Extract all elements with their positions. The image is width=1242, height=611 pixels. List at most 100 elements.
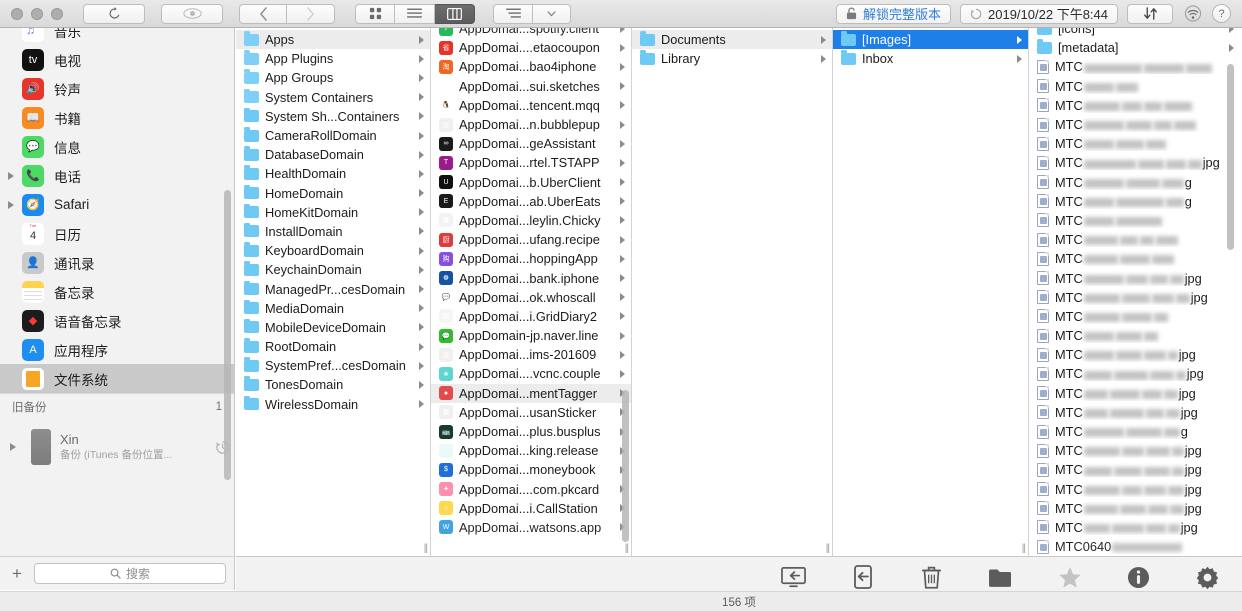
list-item[interactable]: MTC [1029,96,1240,115]
list-item[interactable]: System Containers [236,88,430,107]
column-resize-handle[interactable]: || [625,543,629,554]
list-item[interactable]: MTC g [1029,173,1240,192]
list-item[interactable]: MTC [1029,211,1240,230]
list-item[interactable]: HomeKitDomain [236,203,430,222]
chevron-right-icon[interactable] [620,350,625,359]
list-item[interactable]: MTC jpg [1029,345,1240,364]
list-item[interactable]: 💬 AppDomain-jp.naver.line [431,326,631,345]
backup-timestamp-button[interactable]: 2019/10/22 下午8:44 [960,3,1118,24]
chevron-right-icon[interactable] [620,216,625,225]
chevron-right-icon[interactable] [419,189,424,198]
list-item[interactable]: KeyboardDomain [236,241,430,260]
preview-toggle-button[interactable] [161,3,223,24]
sidebar-item-0[interactable]: ♫ 音乐 [0,28,234,45]
list-item[interactable]: ▦ AppDomai...leylin.Chicky [431,211,631,230]
list-item[interactable]: ☺ AppDomai...i.CallStation [431,499,631,518]
sidebar-item-6[interactable]: 🧭 Safari [0,190,234,219]
list-item[interactable]: MTC [1029,326,1240,345]
sidebar-item-2[interactable]: 🔊 铃声 [0,74,234,103]
list-item[interactable]: MTC jpg [1029,480,1240,499]
column-scrollbar[interactable] [1227,64,1234,250]
chevron-right-icon[interactable] [620,120,625,129]
list-item[interactable]: U AppDomai...b.UberClient [431,173,631,192]
chevron-right-icon[interactable] [1229,28,1234,33]
chevron-right-icon[interactable] [620,178,625,187]
icon-view-button[interactable] [355,3,395,24]
chevron-right-icon[interactable] [620,293,625,302]
chevron-right-icon[interactable] [620,82,625,91]
chevron-right-icon[interactable] [1229,43,1234,52]
list-item[interactable]: $ AppDomai...moneybook [431,460,631,479]
chevron-right-icon[interactable] [620,197,625,206]
list-item[interactable]: ● AppDomai...mentTagger [431,383,631,403]
column-resize-handle[interactable]: || [1022,543,1026,554]
chevron-right-icon[interactable] [419,73,424,82]
search-input[interactable]: 搜索 [34,563,226,584]
chevron-right-icon[interactable] [419,400,424,409]
list-item[interactable]: HomeDomain [236,184,430,203]
forward-button[interactable] [287,3,335,24]
sort-button[interactable] [493,3,533,24]
list-item[interactable]: Documents [632,30,832,50]
sidebar-item-9[interactable]: 备忘录 [0,277,234,306]
list-item[interactable]: RootDomain [236,337,430,356]
chevron-right-icon[interactable] [419,265,424,274]
chevron-right-icon[interactable] [620,369,625,378]
refresh-button[interactable] [83,3,145,24]
chevron-right-icon[interactable] [419,54,424,63]
chevron-right-icon[interactable] [1017,54,1022,63]
list-item[interactable]: 省 AppDomai....etaocoupon [431,38,631,57]
column-resize-handle[interactable]: || [424,543,428,554]
list-item[interactable]: ▩ AppDomai...usanSticker [431,403,631,422]
sidebar-item-8[interactable]: 👤 通讯录 [0,248,234,277]
chevron-right-icon[interactable] [821,35,826,44]
disclosure-triangle-icon[interactable] [8,171,14,180]
list-item[interactable]: ▤ AppDomai...i.GridDiary2 [431,307,631,326]
chevron-right-icon[interactable] [419,93,424,102]
list-item[interactable]: 购 AppDomai...hoppingApp [431,249,631,268]
chevron-right-icon[interactable] [419,150,424,159]
list-item[interactable]: InstallDomain [236,222,430,241]
chevron-right-icon[interactable] [419,342,424,351]
chevron-right-icon[interactable] [620,158,625,167]
chevron-right-icon[interactable] [419,169,424,178]
minimize-button[interactable] [31,7,43,20]
list-item[interactable]: 🚌 AppDomai...plus.busplus [431,422,631,441]
chevron-right-icon[interactable] [419,35,424,44]
list-item[interactable]: Inbox [833,49,1028,68]
list-item[interactable]: MTC jpg [1029,499,1240,518]
back-button[interactable] [239,3,287,24]
chevron-right-icon[interactable] [620,28,625,33]
list-item[interactable]: MTC0640 [1029,537,1240,556]
list-item[interactable]: MTC [1029,57,1240,76]
sidebar-item-12[interactable]: 文件系统 [0,364,234,393]
sort-menu-button[interactable] [533,3,571,24]
chevron-right-icon[interactable] [620,331,625,340]
list-item[interactable]: ☸ AppDomai...bank.iphone [431,268,631,287]
column-resize-handle[interactable]: || [826,543,830,554]
list-item[interactable]: MTC [1029,134,1240,153]
sidebar-backup-item[interactable]: Xin 备份 (iTunes 备份位置... [0,419,234,475]
help-button[interactable]: ? [1212,4,1231,23]
list-item[interactable]: MTC jpg [1029,403,1240,422]
list-item[interactable]: ∞ AppDomai...geAssistant [431,134,631,153]
list-item[interactable]: MTC [1029,249,1240,268]
list-item[interactable]: App Plugins [236,49,430,68]
chevron-right-icon[interactable] [419,304,424,313]
chevron-right-icon[interactable] [620,101,625,110]
add-button[interactable]: + [8,565,26,582]
sidebar-item-3[interactable]: 📖 书籍 [0,103,234,132]
list-item[interactable]: WirelessDomain [236,395,430,414]
transfer-button[interactable] [1127,3,1173,24]
list-item[interactable]: MobileDeviceDomain [236,318,430,337]
list-item[interactable]: MTC [1029,115,1240,134]
chevron-right-icon[interactable] [419,361,424,370]
list-item[interactable]: ♪ AppDomai...spotify.client [431,28,631,38]
column-view-button[interactable] [435,3,475,24]
chevron-right-icon[interactable] [620,254,625,263]
chevron-right-icon[interactable] [419,285,424,294]
sidebar-item-1[interactable]: tv 电视 [0,45,234,74]
zoom-button[interactable] [51,7,63,20]
chevron-right-icon[interactable] [620,139,625,148]
chevron-right-icon[interactable] [419,380,424,389]
